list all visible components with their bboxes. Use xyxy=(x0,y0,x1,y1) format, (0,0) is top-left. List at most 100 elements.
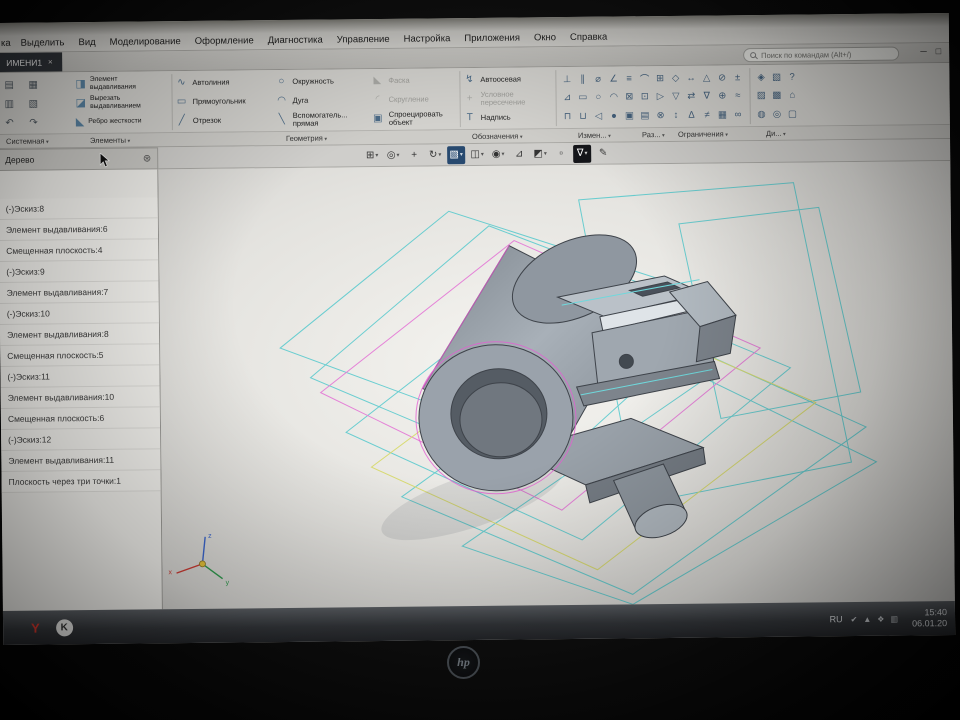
tree-item[interactable]: Элемент выдавливания:8 xyxy=(0,323,160,346)
grid-tool-icon[interactable]: ≡ xyxy=(621,69,637,88)
group-label[interactable]: Ограничения xyxy=(678,129,728,138)
document-tab[interactable]: ИМЕНИ1 × xyxy=(0,52,62,72)
group-label[interactable]: Измен... xyxy=(578,131,611,140)
grid-tool-icon[interactable]: ▢ xyxy=(785,105,801,124)
grid-tool-icon[interactable]: ◁ xyxy=(591,107,607,126)
grid-tool-icon[interactable]: ≈ xyxy=(730,87,746,106)
command-search-input[interactable]: Поиск по командам (Alt+/) xyxy=(743,46,900,63)
tray-icon[interactable]: ▥ xyxy=(890,614,898,623)
tray-icon[interactable]: ❖ xyxy=(877,614,884,623)
grid-tool-icon[interactable]: ▭ xyxy=(575,88,591,107)
file-tool-icon[interactable]: ▦ xyxy=(25,76,41,95)
grid-tool-icon[interactable]: ⊓ xyxy=(560,107,576,126)
3d-viewport-canvas[interactable]: z x y xyxy=(158,161,955,609)
menu-item[interactable]: Диагностика xyxy=(268,35,323,47)
grid-tool-icon[interactable]: ⊞ xyxy=(652,69,668,88)
menu-item[interactable]: Выделить xyxy=(21,37,65,48)
gear-icon[interactable]: ⊛ xyxy=(143,153,152,164)
file-tool-icon[interactable]: ▧ xyxy=(26,95,42,114)
file-tool-icon[interactable]: ▤ xyxy=(1,76,17,95)
view-tool-button[interactable]: ∇ xyxy=(573,144,592,163)
group-label[interactable]: Системная xyxy=(6,136,49,146)
view-tool-button[interactable]: ▧ xyxy=(447,145,466,164)
grid-tool-icon[interactable]: ◇ xyxy=(668,69,684,88)
menu-item[interactable]: Моделирование xyxy=(110,36,181,48)
tree-item[interactable]: (-)Эскиз:11 xyxy=(0,365,160,388)
tree-item[interactable]: (-)Эскиз:10 xyxy=(0,302,159,325)
tool-button[interactable]: ◜ Скругление xyxy=(371,89,463,109)
menu-item[interactable]: Приложения xyxy=(464,33,520,45)
view-tool-button[interactable]: ↻ xyxy=(426,146,444,164)
grid-tool-icon[interactable]: ◍ xyxy=(754,105,770,124)
grid-tool-icon[interactable]: ⊠ xyxy=(621,88,637,107)
tree-item[interactable]: Смещенная плоскость:6 xyxy=(0,407,161,430)
grid-tool-icon[interactable]: ▤ xyxy=(637,106,653,125)
window-control-icon[interactable]: ─ xyxy=(920,46,926,56)
tree-item[interactable]: (-)Эскиз:8 xyxy=(0,197,158,220)
grid-tool-icon[interactable]: ∇ xyxy=(699,87,715,106)
grid-tool-icon[interactable]: ∥ xyxy=(575,70,591,89)
menu-item[interactable]: Окно xyxy=(534,32,556,43)
grid-tool-icon[interactable]: ● xyxy=(606,106,622,125)
view-tool-button[interactable]: + xyxy=(405,146,423,164)
tree-item[interactable]: (-)Эскиз:12 xyxy=(1,428,161,451)
feature-button[interactable]: ◪ Вырезать выдавливанием xyxy=(76,92,170,112)
menu-item[interactable]: Настройка xyxy=(404,33,451,44)
view-tool-button[interactable]: ✎ xyxy=(594,144,612,162)
group-label[interactable]: Элементы xyxy=(90,136,130,145)
tool-button[interactable]: ○ Окружность xyxy=(275,71,367,91)
view-tool-button[interactable]: ⊞ xyxy=(363,146,381,164)
view-tool-button[interactable]: ◩ xyxy=(531,145,549,163)
menu-item[interactable]: Управление xyxy=(337,34,390,46)
tool-button[interactable]: ◣ Фаска xyxy=(371,70,463,90)
file-tool-icon[interactable]: ↷ xyxy=(26,114,42,133)
grid-tool-icon[interactable]: ⇄ xyxy=(683,87,699,106)
grid-tool-icon[interactable]: ⌂ xyxy=(784,86,800,105)
tray-icon[interactable]: ✔ xyxy=(851,615,858,624)
grid-tool-icon[interactable]: △ xyxy=(699,68,715,87)
tree-item[interactable]: Элемент выдавливания:11 xyxy=(1,449,161,472)
grid-tool-icon[interactable]: ∠ xyxy=(606,69,622,88)
tool-button[interactable]: ↯ Автоосевая xyxy=(463,69,555,89)
grid-tool-icon[interactable]: ∞ xyxy=(730,105,746,124)
file-tool-icon[interactable]: ↶ xyxy=(2,114,18,133)
feature-button[interactable]: ◨ Элемент выдавливания xyxy=(75,73,169,93)
tool-button[interactable]: ╲ Вспомогатель... прямая xyxy=(276,109,368,129)
grid-tool-icon[interactable]: ± xyxy=(730,68,746,87)
view-tool-button[interactable]: ▫ xyxy=(552,145,570,163)
tray-icon[interactable]: ▲ xyxy=(863,614,871,623)
tree-item[interactable]: Смещенная плоскость:4 xyxy=(0,239,159,262)
tool-button[interactable]: ▣ Спроецировать объект xyxy=(372,108,464,128)
view-tool-button[interactable]: ◫ xyxy=(468,145,486,163)
grid-tool-icon[interactable]: ⊘ xyxy=(714,68,730,87)
tree-item[interactable]: Элемент выдавливания:6 xyxy=(0,218,159,241)
grid-tool-icon[interactable]: ▷ xyxy=(652,87,668,106)
grid-tool-icon[interactable]: ▦ xyxy=(715,105,731,124)
grid-tool-icon[interactable]: ⊔ xyxy=(575,107,591,126)
taskbar-app-icon[interactable]: K xyxy=(55,618,73,636)
grid-tool-icon[interactable]: ◎ xyxy=(769,105,785,124)
grid-tool-icon[interactable]: ⊡ xyxy=(637,88,653,107)
tool-button[interactable]: ▭ Прямоугольник xyxy=(176,91,268,111)
view-tool-button[interactable]: ◉ xyxy=(489,145,507,163)
grid-tool-icon[interactable]: ▧ xyxy=(769,68,785,87)
view-tool-button[interactable]: ⊿ xyxy=(510,145,528,163)
grid-tool-icon[interactable]: ↕ xyxy=(668,106,684,125)
close-icon[interactable]: × xyxy=(48,57,53,66)
grid-tool-icon[interactable]: ▨ xyxy=(753,86,769,105)
group-label[interactable]: Раз... xyxy=(642,130,665,139)
group-label[interactable]: Геометрия xyxy=(286,134,327,143)
menu-item[interactable]: Вид xyxy=(78,37,95,48)
grid-tool-icon[interactable]: ▩ xyxy=(769,86,785,105)
tool-button[interactable]: ∿ Автолиния xyxy=(175,72,267,92)
grid-tool-icon[interactable]: ⊿ xyxy=(559,88,575,107)
tool-button[interactable]: T Надпись xyxy=(464,107,556,127)
menu-item[interactable]: Справка xyxy=(570,32,607,43)
tree-item[interactable]: (-)Эскиз:9 xyxy=(0,260,159,283)
grid-tool-icon[interactable]: ⊗ xyxy=(653,106,669,125)
window-control-icon[interactable]: □ xyxy=(936,46,942,56)
language-indicator[interactable]: RU xyxy=(830,614,843,624)
grid-tool-icon[interactable]: ⊥ xyxy=(559,70,575,89)
grid-tool-icon[interactable]: ▣ xyxy=(622,106,638,125)
tool-button[interactable]: + Условное пересечение xyxy=(463,88,555,108)
